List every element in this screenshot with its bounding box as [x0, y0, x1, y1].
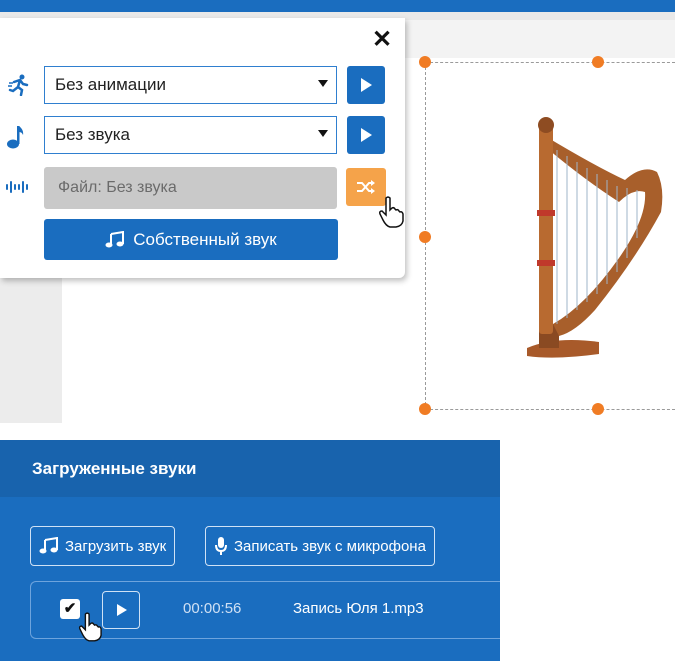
record-sound-button[interactable]: Записать звук с микрофона — [205, 526, 435, 566]
hand-cursor-icon — [78, 612, 102, 649]
sound-item-duration: 00:00:56 — [183, 600, 242, 617]
hand-cursor-icon — [378, 196, 404, 235]
shuffle-icon — [357, 180, 375, 194]
animation-select[interactable]: Без анимации — [44, 66, 337, 104]
sound-select-value: Без звука — [55, 125, 130, 144]
music-note-icon — [105, 230, 125, 247]
play-icon — [361, 128, 372, 142]
microphone-icon — [215, 537, 227, 555]
left-panel-gray — [0, 278, 62, 423]
sound-select[interactable]: Без звука — [44, 116, 337, 154]
animation-play-button[interactable] — [347, 66, 385, 104]
chevron-down-icon — [318, 80, 328, 87]
upload-sound-button[interactable]: Загрузить звук — [30, 526, 176, 566]
running-figure-icon — [6, 74, 32, 102]
uploaded-sounds-title: Загруженные звуки — [32, 458, 197, 478]
sound-item-name: Запись Юля 1.mp3 — [293, 600, 424, 617]
resize-handle-left[interactable] — [419, 231, 431, 243]
canvas-top-shadow — [405, 20, 675, 58]
play-icon — [117, 604, 127, 616]
sound-item-play-button[interactable] — [102, 591, 140, 629]
sound-item-checkbox[interactable]: ✔ — [60, 599, 80, 619]
sound-file-value: Файл: Без звука — [58, 179, 177, 196]
sound-play-button[interactable] — [347, 116, 385, 154]
top-toolbar-bar — [0, 0, 675, 12]
sound-wave-icon — [4, 178, 30, 201]
record-sound-label: Записать звук с микрофона — [234, 537, 426, 555]
play-icon — [361, 78, 372, 92]
harp-image[interactable] — [515, 110, 675, 365]
own-sound-label: Собственный звук — [133, 229, 277, 249]
own-sound-button[interactable]: Собственный звук — [44, 219, 338, 260]
resize-handle-bottom-left[interactable] — [419, 403, 431, 415]
uploaded-sounds-header: Загруженные звуки — [0, 440, 500, 497]
resize-handle-top-left[interactable] — [419, 56, 431, 68]
animation-select-value: Без анимации — [55, 75, 166, 94]
music-note-icon — [4, 124, 30, 156]
music-note-icon — [39, 537, 58, 554]
resize-handle-top[interactable] — [592, 56, 604, 68]
sound-file-field: Файл: Без звука — [44, 167, 337, 209]
resize-handle-bottom[interactable] — [592, 403, 604, 415]
chevron-down-icon — [318, 130, 328, 137]
upload-sound-label: Загрузить звук — [65, 537, 167, 555]
close-icon[interactable]: ✕ — [370, 28, 394, 52]
